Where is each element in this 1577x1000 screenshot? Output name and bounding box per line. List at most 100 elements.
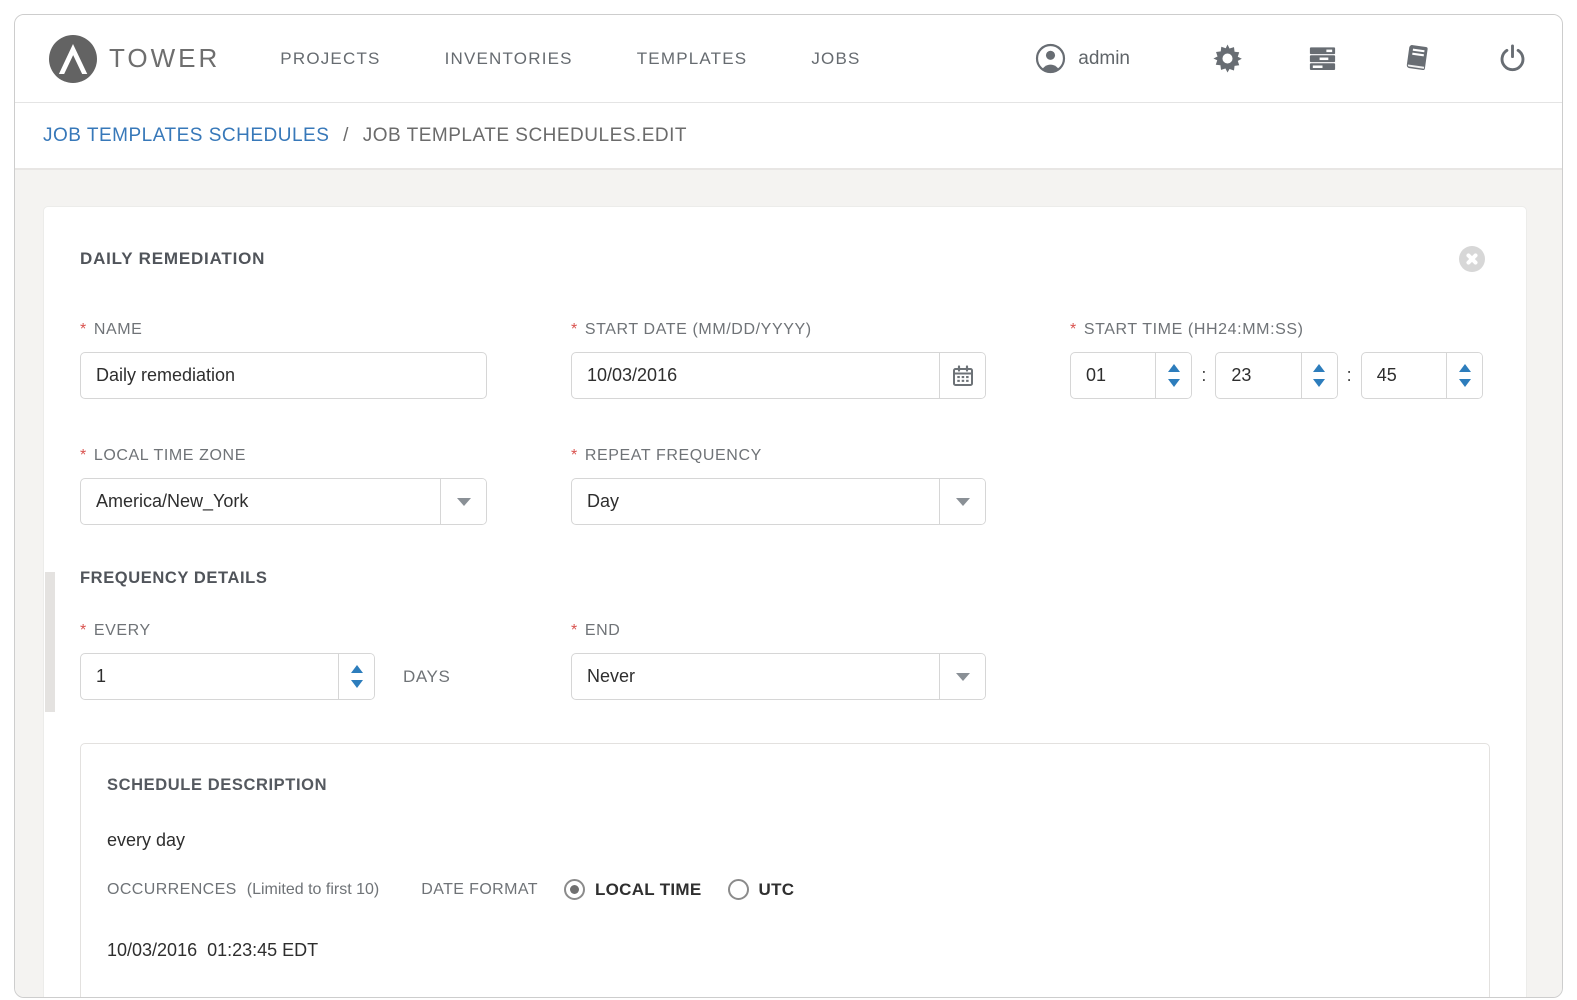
top-nav: TOWER PROJECTS INVENTORIES TEMPLATES JOB…: [15, 15, 1562, 103]
breadcrumb-link-schedules[interactable]: JOB TEMPLATES SCHEDULES: [43, 125, 329, 146]
panel-scrollbar[interactable]: [45, 572, 55, 712]
timezone-dropdown-button[interactable]: [440, 479, 486, 524]
start-date-input-wrap: [571, 352, 986, 399]
hour-stepper: [1155, 353, 1191, 398]
minute-up-icon[interactable]: [1313, 364, 1325, 372]
name-field-group: * NAME: [80, 321, 487, 399]
chevron-down-icon: [457, 498, 471, 506]
content-area: DAILY REMEDIATION * NAME *: [15, 170, 1562, 998]
hour-input[interactable]: [1071, 353, 1155, 398]
utc-radio[interactable]: [728, 879, 749, 900]
name-label: * NAME: [80, 321, 487, 339]
every-down-icon[interactable]: [351, 680, 363, 688]
name-input[interactable]: [81, 353, 486, 398]
second-up-icon[interactable]: [1459, 364, 1471, 372]
nav-right: admin: [1035, 43, 1528, 74]
schedule-description-box: SCHEDULE DESCRIPTION every day OCCURRENC…: [80, 743, 1490, 998]
start-date-label: * START DATE (MM/DD/YYYY): [571, 321, 986, 339]
local-time-radio[interactable]: [564, 879, 585, 900]
nav-items: PROJECTS INVENTORIES TEMPLATES JOBS: [280, 49, 860, 69]
hour-down-icon[interactable]: [1168, 379, 1180, 387]
nav-item-templates[interactable]: TEMPLATES: [637, 49, 748, 69]
frequency-label-text: REPEAT FREQUENCY: [585, 447, 762, 465]
second-stepper: [1446, 353, 1482, 398]
start-time-inputs: : :: [1070, 352, 1483, 399]
every-input-group: DAYS: [80, 653, 487, 700]
close-icon[interactable]: [1459, 246, 1485, 272]
portal-icon[interactable]: [1307, 43, 1338, 74]
schedule-description-heading: SCHEDULE DESCRIPTION: [107, 776, 1463, 795]
utc-radio-label: UTC: [759, 880, 795, 900]
every-unit-label: DAYS: [403, 667, 450, 687]
utc-radio-option[interactable]: UTC: [728, 879, 795, 900]
every-field-group: * EVERY DAYS: [80, 622, 487, 700]
required-marker: *: [80, 622, 87, 640]
hour-up-icon[interactable]: [1168, 364, 1180, 372]
required-marker: *: [80, 447, 87, 465]
every-input-wrap: [80, 653, 375, 700]
minute-stepper: [1301, 353, 1337, 398]
end-select[interactable]: Never: [571, 653, 986, 700]
occurrence-item: 10/03/2016 01:23:45 EDT: [107, 940, 1463, 961]
minute-down-icon[interactable]: [1313, 379, 1325, 387]
end-value: Never: [572, 654, 939, 699]
second-down-icon[interactable]: [1459, 379, 1471, 387]
local-time-radio-option[interactable]: LOCAL TIME: [564, 879, 702, 900]
timezone-value: America/New_York: [81, 479, 440, 524]
every-input[interactable]: [81, 654, 338, 699]
page-title: DAILY REMEDIATION: [80, 249, 265, 269]
start-time-field-group: * START TIME (HH24:MM:SS) :: [1070, 321, 1483, 399]
timezone-label: * LOCAL TIME ZONE: [80, 447, 487, 465]
start-date-field-group: * START DATE (MM/DD/YYYY): [571, 321, 986, 399]
book-icon[interactable]: [1402, 43, 1433, 74]
nav-item-projects[interactable]: PROJECTS: [280, 49, 380, 69]
hour-input-wrap: [1070, 352, 1192, 399]
frequency-value: Day: [572, 479, 939, 524]
breadcrumb-current: JOB TEMPLATE SCHEDULES.EDIT: [363, 125, 687, 146]
user-menu[interactable]: admin: [1035, 43, 1130, 74]
power-icon[interactable]: [1497, 43, 1528, 74]
brand[interactable]: TOWER: [49, 35, 220, 83]
frequency-dropdown-button[interactable]: [939, 479, 985, 524]
required-marker: *: [571, 321, 578, 339]
time-colon: :: [1347, 365, 1352, 386]
timezone-select[interactable]: America/New_York: [80, 478, 487, 525]
end-dropdown-button[interactable]: [939, 654, 985, 699]
breadcrumb-bar: JOB TEMPLATES SCHEDULES / JOB TEMPLATE S…: [15, 103, 1562, 170]
date-format-label: DATE FORMAT: [421, 881, 538, 899]
breadcrumb-separator: /: [343, 125, 349, 146]
every-label: * EVERY: [80, 622, 487, 640]
user-name: admin: [1078, 48, 1130, 70]
start-date-input[interactable]: [572, 353, 939, 398]
name-input-wrap: [80, 352, 487, 399]
chevron-down-icon: [956, 673, 970, 681]
schedule-edit-panel: DAILY REMEDIATION * NAME *: [43, 206, 1527, 998]
every-stepper: [338, 654, 374, 699]
start-time-label-text: START TIME (HH24:MM:SS): [1084, 321, 1304, 339]
ansible-logo-icon: [49, 35, 97, 83]
start-time-label: * START TIME (HH24:MM:SS): [1070, 321, 1483, 339]
occurrences-note: (Limited to first 10): [247, 881, 379, 899]
frequency-select[interactable]: Day: [571, 478, 986, 525]
frequency-label: * REPEAT FREQUENCY: [571, 447, 986, 465]
form-row-1: * NAME * START DATE (MM/DD/YYYY): [80, 321, 1490, 399]
minute-input-wrap: [1215, 352, 1337, 399]
nav-item-jobs[interactable]: JOBS: [811, 49, 860, 69]
nav-item-inventories[interactable]: INVENTORIES: [445, 49, 573, 69]
end-label: * END: [571, 622, 986, 640]
occurrences-label: OCCURRENCES: [107, 881, 237, 899]
calendar-picker-button[interactable]: [939, 353, 985, 398]
second-input[interactable]: [1362, 353, 1446, 398]
second-input-wrap: [1361, 352, 1483, 399]
minute-input[interactable]: [1216, 353, 1300, 398]
app-window: TOWER PROJECTS INVENTORIES TEMPLATES JOB…: [14, 14, 1563, 998]
chevron-down-icon: [956, 498, 970, 506]
user-icon: [1035, 43, 1066, 74]
local-time-radio-label: LOCAL TIME: [595, 880, 702, 900]
every-label-text: EVERY: [94, 622, 151, 640]
breadcrumb: JOB TEMPLATES SCHEDULES / JOB TEMPLATE S…: [43, 125, 687, 147]
gear-icon[interactable]: [1212, 43, 1243, 74]
timezone-label-text: LOCAL TIME ZONE: [94, 447, 246, 465]
every-up-icon[interactable]: [351, 665, 363, 673]
frequency-details-heading: FREQUENCY DETAILS: [80, 569, 1490, 588]
